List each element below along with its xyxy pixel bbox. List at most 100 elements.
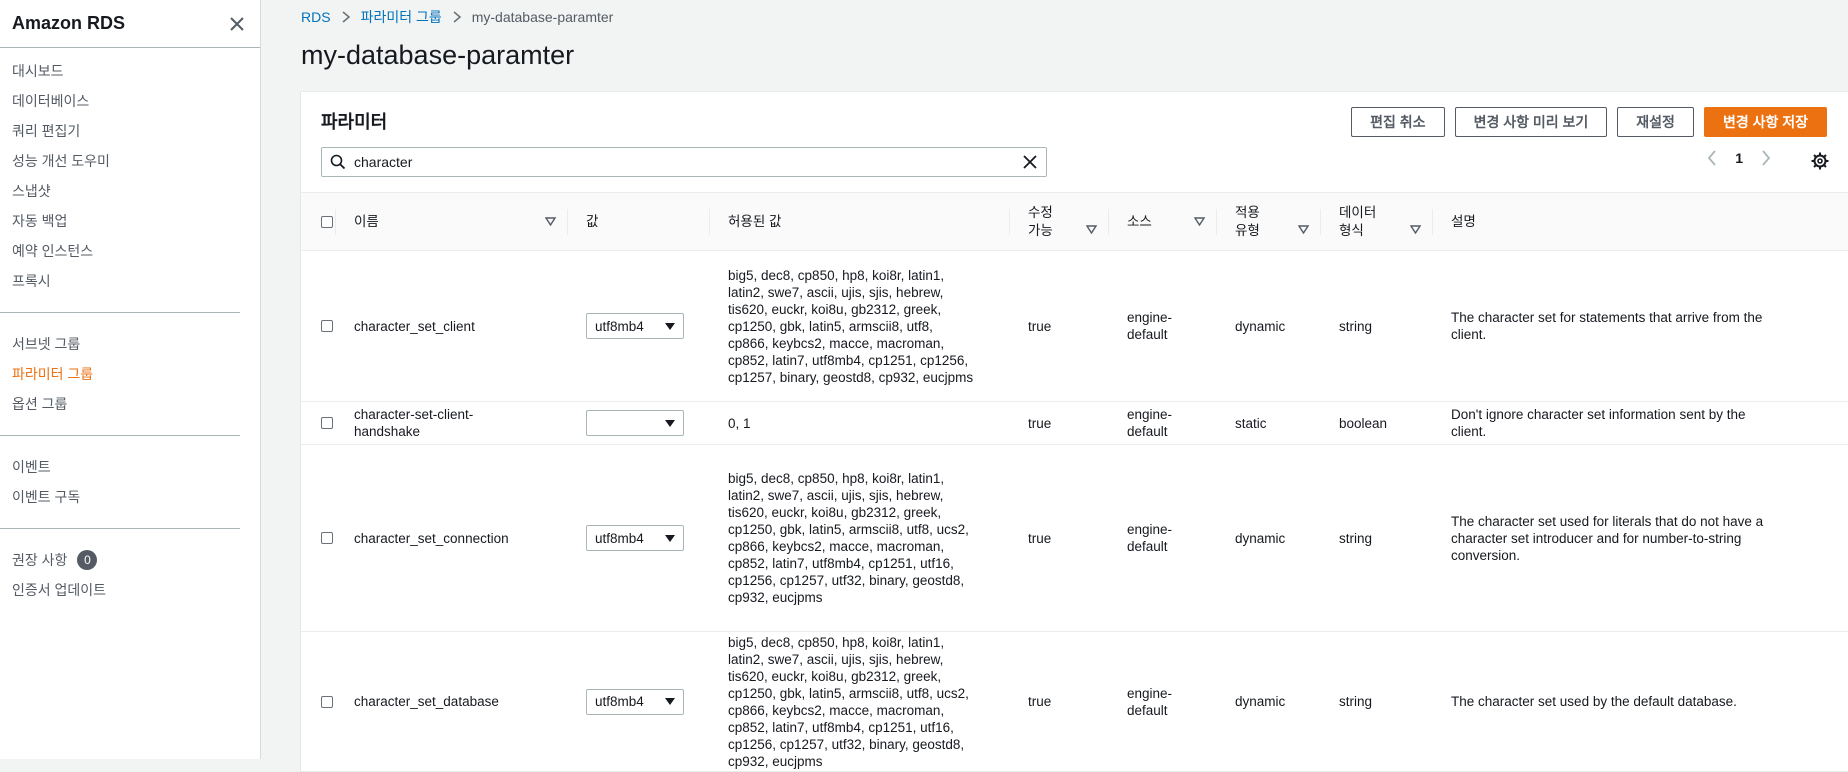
description-text-line: The character set used for literals that… xyxy=(1451,513,1764,529)
row-checkbox[interactable] xyxy=(321,532,333,544)
cell-source: engine-default xyxy=(1109,444,1217,632)
sidebar-item-query-editor[interactable]: 쿼리 편집기 xyxy=(0,116,260,146)
sidebar-header: Amazon RDS xyxy=(0,0,260,48)
row-checkbox[interactable] xyxy=(321,320,333,332)
breadcrumb-parameter-groups[interactable]: 파라미터 그룹 xyxy=(361,7,442,27)
sort-down-icon[interactable] xyxy=(1086,225,1097,234)
reset-button[interactable]: 재설정 xyxy=(1617,107,1694,137)
allowed-values-line: cp1250, gbk, latin5, armscii8, utf8, ucs… xyxy=(728,685,969,701)
sidebar-item-reserved-instances[interactable]: 예약 인스턴스 xyxy=(0,236,260,266)
sidebar-item-events[interactable]: 이벤트 xyxy=(0,452,260,482)
sort-down-icon[interactable] xyxy=(545,217,556,226)
modifiable-value: true xyxy=(1028,530,1052,546)
allowed-values-line: latin2, swe7, ascii, ujis, sjis, hebrew, xyxy=(728,284,944,300)
header-value-label: 값 xyxy=(586,213,599,229)
panel-title: 파라미터 xyxy=(321,112,388,132)
modifiable-value: true xyxy=(1028,318,1052,334)
cell-source: engine-default xyxy=(1109,631,1217,772)
page-number[interactable]: 1 xyxy=(1735,150,1743,166)
value-select[interactable]: utf8mb4 xyxy=(586,525,684,551)
sidebar-group-main: 대시보드 데이터베이스 쿼리 편집기 성능 개선 도우미 스냅샷 자동 백업 예… xyxy=(0,48,260,304)
sidebar-item-subnet-groups[interactable]: 서브넷 그룹 xyxy=(0,329,260,359)
table-settings-button[interactable] xyxy=(1811,152,1829,175)
header-dtype-line2: 형식 xyxy=(1339,222,1364,238)
apply-type-value: static xyxy=(1235,415,1267,431)
sort-down-icon[interactable] xyxy=(1410,225,1421,234)
cell-select xyxy=(301,444,336,632)
preview-changes-button[interactable]: 변경 사항 미리 보기 xyxy=(1454,107,1608,137)
previous-page-button[interactable] xyxy=(1707,150,1717,166)
sidebar-item-parameter-groups[interactable]: 파라미터 그룹 xyxy=(0,359,260,389)
sidebar-item-databases[interactable]: 데이터베이스 xyxy=(0,86,260,116)
header-data-type[interactable]: 데이터형식 xyxy=(1321,192,1433,251)
header-dtype-label: 데이터형식 xyxy=(1339,204,1376,240)
cell-select xyxy=(301,631,336,772)
allowed-values-line: cp866, keybcs2, macce, macroman, xyxy=(728,539,945,554)
sort-down-icon[interactable] xyxy=(1298,225,1309,234)
breadcrumb-rds[interactable]: RDS xyxy=(301,9,331,25)
search-input[interactable] xyxy=(354,149,1014,175)
value-selected: utf8mb4 xyxy=(595,318,644,334)
close-icon xyxy=(1023,155,1037,169)
allowed-values-line: cp866, keybcs2, macce, macroman, xyxy=(728,702,945,718)
cell-modifiable: true xyxy=(1010,401,1109,445)
value-selected: utf8mb4 xyxy=(595,530,644,546)
cell-value xyxy=(568,401,710,445)
description-text-line: client. xyxy=(1451,424,1487,439)
next-page-button[interactable] xyxy=(1761,150,1771,166)
clear-search-button[interactable] xyxy=(1014,155,1046,169)
header-desc-label: 설명 xyxy=(1451,213,1476,229)
header-apply-type[interactable]: 적용 유형 xyxy=(1217,192,1321,251)
cell-source: engine-default xyxy=(1109,401,1217,445)
parameter-name: character_set_connection xyxy=(354,530,509,546)
sidebar-item-proxies[interactable]: 프록시 xyxy=(0,266,260,296)
sidebar-item-performance-insights[interactable]: 성능 개선 도우미 xyxy=(0,146,260,176)
header-apply-line2: 유형 xyxy=(1235,222,1260,238)
sidebar-item-event-subscriptions[interactable]: 이벤트 구독 xyxy=(0,482,260,512)
sidebar-item-snapshots[interactable]: 스냅샷 xyxy=(0,176,260,206)
close-sidebar-button[interactable] xyxy=(226,13,248,35)
header-allowed-values: 허용된 값 xyxy=(710,192,1010,251)
source-value-line: default xyxy=(1127,539,1168,554)
allowed-values-line: latin2, swe7, ascii, ujis, sjis, hebrew, xyxy=(728,651,944,667)
main-content: RDS 파라미터 그룹 my-database-paramter my-data… xyxy=(262,0,1848,772)
sort-down-icon[interactable] xyxy=(1194,217,1205,226)
value-select[interactable] xyxy=(586,410,684,436)
recommendations-count-badge: 0 xyxy=(77,550,98,570)
save-changes-button[interactable]: 변경 사항 저장 xyxy=(1703,107,1827,137)
parameter-name: character_set_database xyxy=(354,694,499,709)
sidebar-item-dashboard[interactable]: 대시보드 xyxy=(0,56,260,86)
parameters-table: 이름 값 허용된 값 수정 가능 소스 적용 유형 데이터형식 설명 charact… xyxy=(301,192,1848,772)
cell-description: The character set used by the default da… xyxy=(1433,631,1848,772)
parameters-panel: 파라미터 편집 취소 변경 사항 미리 보기 재설정 변경 사항 저장 1 xyxy=(301,91,1848,772)
sidebar-item-option-groups[interactable]: 옵션 그룹 xyxy=(0,389,260,419)
cell-select xyxy=(301,250,336,402)
cell-description: The character set used for literals that… xyxy=(1433,444,1848,632)
cancel-edit-button[interactable]: 편집 취소 xyxy=(1351,107,1445,137)
header-modifiable-line2: 가능 xyxy=(1028,222,1053,238)
cell-allowed-values: big5, dec8, cp850, hp8, koi8r, latin1, la… xyxy=(710,631,1010,772)
header-source[interactable]: 소스 xyxy=(1109,192,1217,251)
cell-data-type: string xyxy=(1321,631,1433,772)
cell-data-type: string xyxy=(1321,444,1433,632)
sidebar-item-automated-backups[interactable]: 자동 백업 xyxy=(0,206,260,236)
data-type-value: boolean xyxy=(1339,415,1388,431)
cell-modifiable: true xyxy=(1010,631,1109,772)
header-name[interactable]: 이름 xyxy=(336,192,568,251)
row-checkbox[interactable] xyxy=(321,417,333,429)
sidebar-item-recommendations[interactable]: 권장 사항 0 xyxy=(0,545,260,575)
row-checkbox[interactable] xyxy=(321,695,333,708)
header-dtype-line1: 데이터 xyxy=(1339,204,1377,220)
allowed-values-line: cp1250, gbk, latin5, armscii8, utf8, xyxy=(728,318,933,334)
header-modifiable[interactable]: 수정 가능 xyxy=(1010,192,1109,251)
sidebar-title: Amazon RDS xyxy=(12,13,126,33)
apply-type-value: dynamic xyxy=(1235,694,1286,709)
value-select[interactable]: utf8mb4 xyxy=(586,313,684,339)
value-select[interactable]: utf8mb4 xyxy=(586,688,684,715)
search-box xyxy=(321,147,1047,177)
select-all-checkbox[interactable] xyxy=(321,215,333,228)
source-value-line: engine- xyxy=(1127,522,1173,537)
sidebar-item-certificate-update[interactable]: 인증서 업데이트 xyxy=(0,575,260,605)
header-value: 값 xyxy=(568,192,710,251)
breadcrumb-current: my-database-paramter xyxy=(471,9,614,25)
